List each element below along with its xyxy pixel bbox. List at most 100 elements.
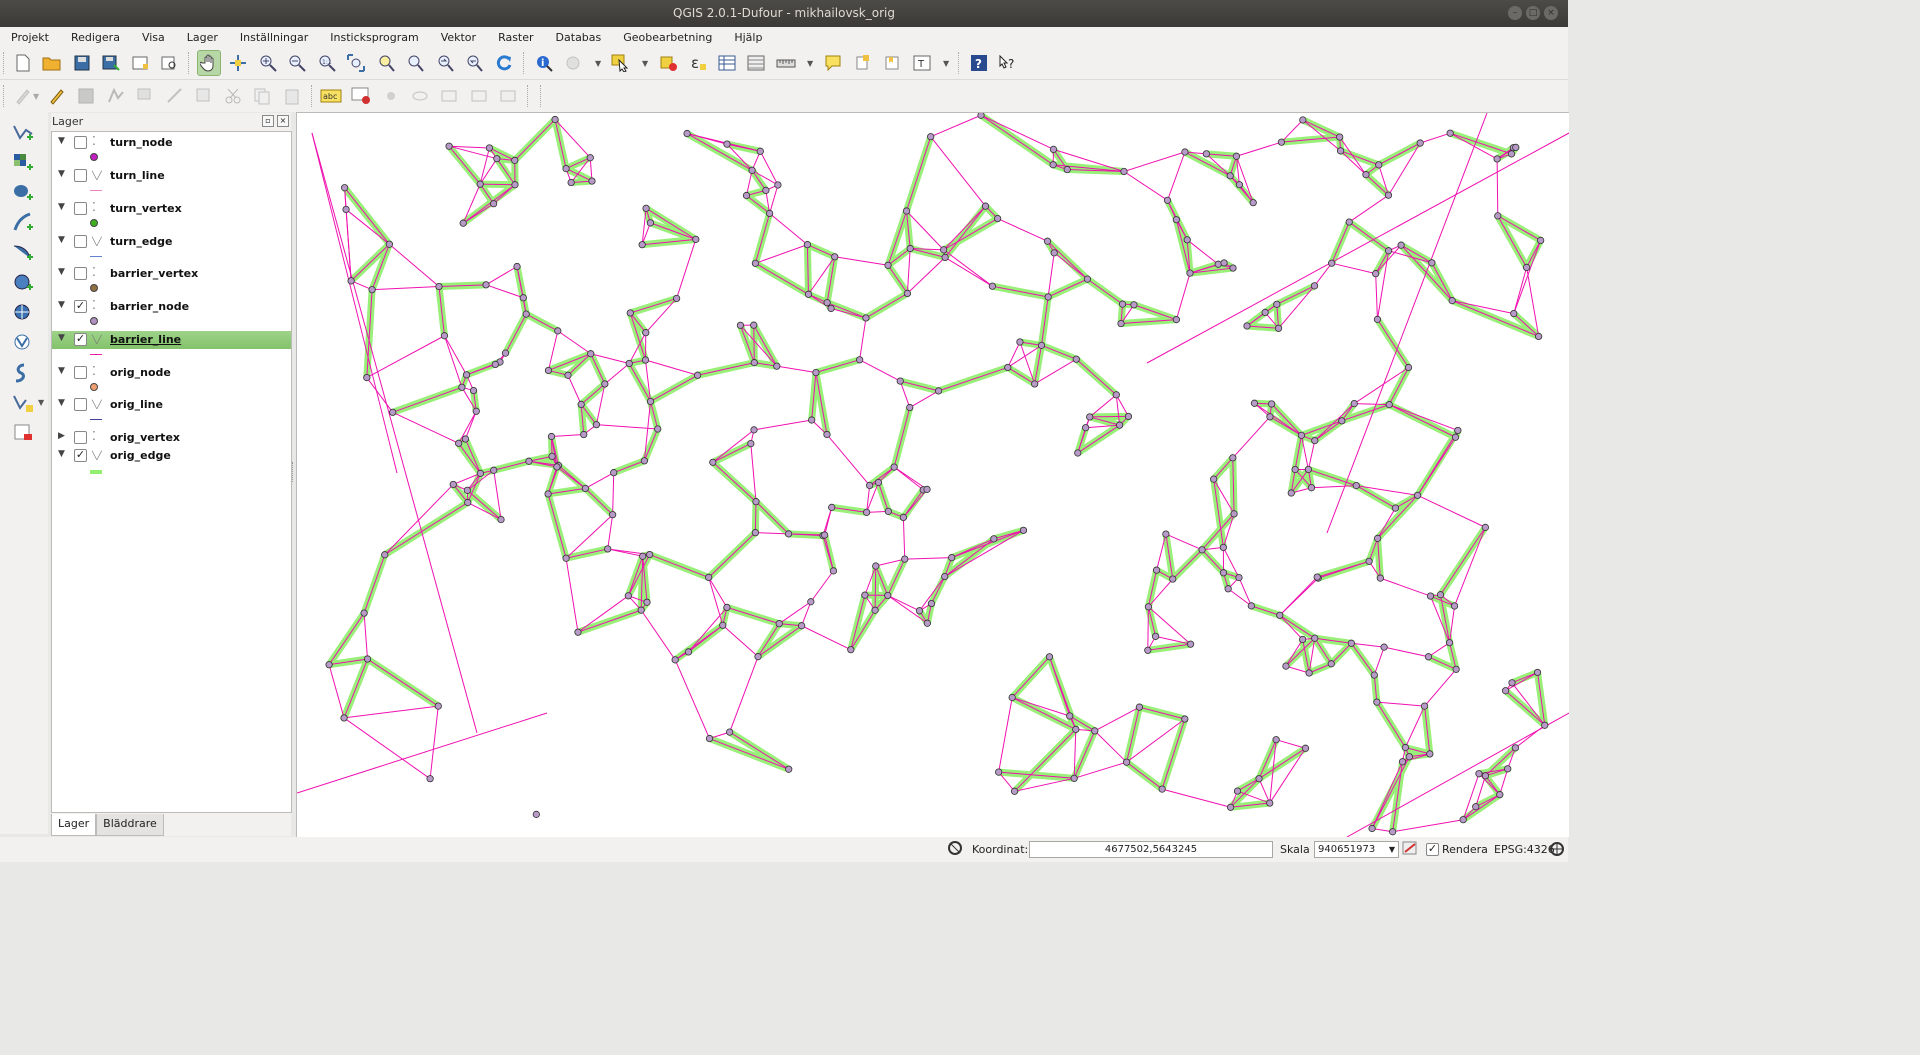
- composer-manager-icon[interactable]: [158, 52, 180, 74]
- pan-to-selection-icon[interactable]: [227, 52, 249, 74]
- toggle-editing-icon[interactable]: [46, 85, 68, 107]
- rotate-label-icon[interactable]: [468, 85, 490, 107]
- new-print-composer-icon[interactable]: [129, 52, 151, 74]
- menu-inställningar[interactable]: Inställningar: [229, 31, 319, 44]
- layer-visibility-checkbox[interactable]: [74, 202, 87, 215]
- layer-row-orig_line[interactable]: ▼ ╲╱ orig_line: [52, 396, 291, 414]
- new-bookmark-icon[interactable]: [852, 52, 874, 74]
- chevron-down-icon[interactable]: ▼: [58, 300, 65, 310]
- menu-geobearbetning[interactable]: Geobearbetning: [612, 31, 723, 44]
- current-edits-icon[interactable]: [12, 85, 34, 107]
- expression-select-icon[interactable]: ε: [687, 52, 709, 74]
- layer-visibility-checkbox[interactable]: [74, 431, 87, 444]
- layer-visibility-checkbox[interactable]: [74, 366, 87, 379]
- add-delimited-text-icon[interactable]: [12, 362, 34, 384]
- add-vector-layer-icon[interactable]: [12, 122, 34, 144]
- add-wms-layer-icon[interactable]: [12, 272, 34, 294]
- add-mssql-layer-icon[interactable]: [12, 242, 34, 264]
- toggle-extents-icon[interactable]: [946, 839, 964, 857]
- chevron-down-icon[interactable]: ▼: [58, 449, 65, 459]
- coordinate-field[interactable]: 4677502,5643245: [1029, 841, 1273, 858]
- select-features-icon[interactable]: [610, 52, 632, 74]
- minimize-button[interactable]: –: [1508, 6, 1522, 20]
- field-calculator-icon[interactable]: [745, 52, 767, 74]
- scale-combobox[interactable]: 940651973 ▼: [1314, 841, 1399, 858]
- chevron-down-icon[interactable]: ▼: [642, 59, 648, 68]
- layer-row-barrier_vertex[interactable]: ▼ ⁚ barrier_vertex: [52, 265, 291, 283]
- paste-features-icon[interactable]: [281, 85, 303, 107]
- maximize-button[interactable]: □: [1526, 6, 1540, 20]
- layer-row-barrier_line[interactable]: ▼ ✓ ╲╱ barrier_line: [52, 331, 291, 349]
- show-hide-labels-icon[interactable]: [409, 85, 431, 107]
- float-panel-icon[interactable]: ▫: [262, 115, 274, 127]
- identify-icon[interactable]: i: [533, 52, 555, 74]
- show-bookmarks-icon[interactable]: [881, 52, 903, 74]
- delete-selected-icon[interactable]: [193, 85, 215, 107]
- move-label-icon[interactable]: [438, 85, 460, 107]
- menu-insticksprogram[interactable]: Insticksprogram: [319, 31, 429, 44]
- zoom-full-icon[interactable]: [345, 52, 367, 74]
- layer-row-barrier_node[interactable]: ▼ ✓ ⁚ barrier_node: [52, 298, 291, 316]
- new-shapefile-layer-icon[interactable]: [12, 392, 34, 414]
- save-as-icon[interactable]: [100, 52, 122, 74]
- layer-tree[interactable]: ▼ ⁚ turn_node ▼ ╲╱ turn_line ▼ ⁚ turn_vertex ▼ ╲╱ t…: [51, 131, 292, 813]
- chevron-down-icon[interactable]: ▼: [58, 136, 65, 146]
- zoom-actual-size-icon[interactable]: 1:1: [316, 52, 338, 74]
- zoom-to-layer-icon[interactable]: [404, 52, 426, 74]
- menu-redigera[interactable]: Redigera: [60, 31, 131, 44]
- chevron-down-icon[interactable]: ▼: [58, 366, 65, 376]
- zoom-to-selection-icon[interactable]: [375, 52, 397, 74]
- deselect-all-icon[interactable]: [658, 52, 680, 74]
- tab-bläddrare[interactable]: Bläddrare: [96, 814, 164, 836]
- save-edits-icon[interactable]: [75, 85, 97, 107]
- layer-visibility-checkbox[interactable]: ✓: [74, 333, 87, 346]
- add-spatialite-layer-icon[interactable]: [12, 212, 34, 234]
- map-render[interactable]: [297, 113, 1569, 837]
- map-tips-icon[interactable]: [822, 52, 844, 74]
- layer-row-orig_node[interactable]: ▼ ⁚ orig_node: [52, 364, 291, 382]
- copy-features-icon[interactable]: [251, 85, 273, 107]
- help-contents-icon[interactable]: ?: [968, 52, 990, 74]
- run-feature-action-icon[interactable]: [562, 52, 584, 74]
- layer-visibility-checkbox[interactable]: ✓: [74, 300, 87, 313]
- menu-vektor[interactable]: Vektor: [430, 31, 487, 44]
- layer-visibility-checkbox[interactable]: [74, 267, 87, 280]
- pin-labels-icon[interactable]: [380, 85, 402, 107]
- label-highlight-icon[interactable]: [350, 85, 372, 107]
- layer-row-turn_vertex[interactable]: ▼ ⁚ turn_vertex: [52, 200, 291, 218]
- map-canvas[interactable]: [296, 112, 1569, 837]
- layer-visibility-checkbox[interactable]: [74, 235, 87, 248]
- chevron-down-icon[interactable]: ▼: [943, 59, 949, 68]
- layer-visibility-checkbox[interactable]: [74, 398, 87, 411]
- add-wfs-layer-icon[interactable]: [12, 332, 34, 354]
- pan-map-icon[interactable]: [197, 50, 221, 76]
- crs-label[interactable]: EPSG:4326: [1494, 843, 1555, 856]
- add-feature-icon[interactable]: [105, 85, 127, 107]
- layer-row-turn_node[interactable]: ▼ ⁚ turn_node: [52, 134, 291, 152]
- attribute-table-icon[interactable]: [716, 52, 738, 74]
- tab-lager[interactable]: Lager: [51, 814, 97, 836]
- zoom-in-icon[interactable]: [257, 52, 279, 74]
- add-wcs-layer-icon[interactable]: [12, 302, 34, 324]
- menu-visa[interactable]: Visa: [131, 31, 176, 44]
- zoom-out-icon[interactable]: [286, 52, 308, 74]
- chevron-down-icon[interactable]: ▼: [595, 59, 601, 68]
- add-raster-layer-icon[interactable]: [12, 152, 34, 174]
- menu-hjälp[interactable]: Hjälp: [723, 31, 773, 44]
- chevron-down-icon[interactable]: ▼: [33, 92, 39, 101]
- layer-labeling-icon[interactable]: abc: [320, 85, 342, 107]
- render-checkbox[interactable]: ✓: [1426, 843, 1439, 856]
- chevron-down-icon[interactable]: ▼: [807, 59, 813, 68]
- menu-raster[interactable]: Raster: [487, 31, 544, 44]
- refresh-icon[interactable]: [493, 52, 515, 74]
- remove-layer-icon[interactable]: [12, 422, 34, 444]
- whats-this-icon[interactable]: ?: [997, 52, 1019, 74]
- chevron-down-icon[interactable]: ▼: [58, 235, 65, 245]
- layer-row-orig_vertex[interactable]: ▶ ⁚ orig_vertex: [52, 429, 291, 447]
- add-postgis-layer-icon[interactable]: [12, 182, 34, 204]
- close-button[interactable]: ×: [1544, 6, 1558, 20]
- chevron-down-icon[interactable]: ▼: [58, 169, 65, 179]
- close-panel-icon[interactable]: ×: [277, 115, 289, 127]
- zoom-next-icon[interactable]: [463, 52, 485, 74]
- save-project-icon[interactable]: [71, 52, 93, 74]
